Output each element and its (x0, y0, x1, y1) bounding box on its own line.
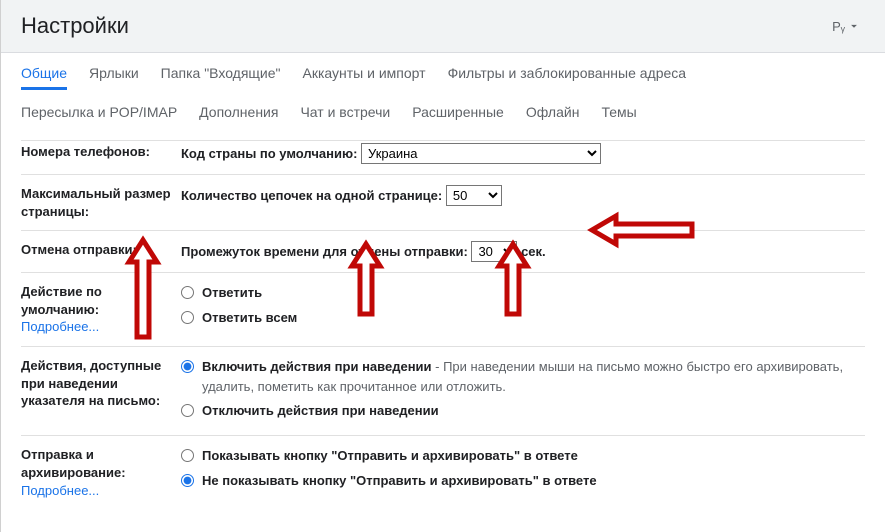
row-label-default-action: Действие по умолчанию: (21, 284, 102, 317)
tab-accounts[interactable]: Аккаунты и импорт (303, 65, 426, 87)
row-page-size: Максимальный размер страницы: Количество… (21, 175, 865, 231)
tab-addons[interactable]: Дополнения (199, 104, 278, 126)
link-default-action-more[interactable]: Подробнее... (21, 319, 99, 334)
tab-row-2: Пересылка и POP/IMAP Дополнения Чат и вс… (21, 104, 865, 126)
tab-offline[interactable]: Офлайн (526, 104, 580, 126)
row-undo-send: Отмена отправки: Промежуток времени для … (21, 231, 865, 273)
radio-hover-off-input[interactable] (181, 404, 194, 417)
radio-show-send-archive[interactable]: Показывать кнопку "Отправить и архивиров… (181, 446, 865, 466)
radio-hover-on[interactable]: Включить действия при наведении - При на… (181, 357, 865, 397)
phones-field-label: Код страны по умолчанию: (181, 146, 357, 161)
undo-unit: сек. (521, 244, 546, 259)
row-phone-numbers: Номера телефонов: Код страны по умолчани… (21, 141, 865, 175)
row-label-phones: Номера телефонов: (21, 143, 181, 164)
tab-themes[interactable]: Темы (601, 104, 636, 126)
undo-field-label: Промежуток времени для отмены отправки: (181, 244, 468, 259)
tab-row-1: Общие Ярлыки Папка "Входящие" Аккаунты и… (21, 65, 865, 90)
tab-filters[interactable]: Фильтры и заблокированные адреса (448, 65, 687, 87)
select-page-size[interactable]: 50 (446, 185, 502, 206)
tab-labels[interactable]: Ярлыки (89, 65, 139, 87)
select-undo-period[interactable]: 30 (471, 241, 517, 262)
radio-reply[interactable]: Ответить (181, 283, 865, 303)
pagesize-field-label: Количество цепочек на одной странице: (181, 188, 442, 203)
row-hover-actions: Действия, доступные при наведении указат… (21, 347, 865, 436)
settings-list: Номера телефонов: Код страны по умолчани… (21, 140, 865, 509)
row-label-send-archive: Отправка и архивирование: (21, 447, 126, 480)
chevron-down-icon (847, 19, 861, 33)
language-label: Рᵧ (832, 19, 845, 34)
radio-reply-all[interactable]: Ответить всем (181, 308, 865, 328)
tab-inbox[interactable]: Папка "Входящие" (161, 65, 281, 87)
radio-hover-off-label: Отключить действия при наведении (202, 401, 439, 421)
tab-chat[interactable]: Чат и встречи (300, 104, 390, 126)
radio-hide-send-archive-label: Не показывать кнопку "Отправить и архиви… (202, 471, 597, 491)
tab-advanced[interactable]: Расширенные (412, 104, 504, 126)
radio-hover-on-label: Включить действия при наведении (202, 359, 432, 374)
settings-tabs: Общие Ярлыки Папка "Входящие" Аккаунты и… (1, 53, 885, 126)
radio-hide-send-archive-input[interactable] (181, 474, 194, 487)
radio-reply-label: Ответить (202, 283, 262, 303)
select-default-country[interactable]: Украина (361, 143, 601, 164)
page-title: Настройки (21, 13, 129, 39)
link-send-archive-more[interactable]: Подробнее... (21, 483, 99, 498)
radio-hide-send-archive[interactable]: Не показывать кнопку "Отправить и архиви… (181, 471, 865, 491)
radio-show-send-archive-label: Показывать кнопку "Отправить и архивиров… (202, 446, 578, 466)
settings-header: Настройки Рᵧ (1, 0, 885, 53)
row-label-hover: Действия, доступные при наведении указат… (21, 357, 181, 425)
row-label-pagesize: Максимальный размер страницы: (21, 185, 181, 220)
radio-show-send-archive-input[interactable] (181, 449, 194, 462)
radio-reply-all-input[interactable] (181, 311, 194, 324)
tab-forwarding[interactable]: Пересылка и POP/IMAP (21, 104, 177, 126)
radio-reply-all-label: Ответить всем (202, 308, 297, 328)
radio-hover-off[interactable]: Отключить действия при наведении (181, 401, 865, 421)
radio-hover-on-input[interactable] (181, 360, 194, 373)
radio-reply-input[interactable] (181, 286, 194, 299)
row-default-action: Действие по умолчанию: Подробнее... Отве… (21, 273, 865, 347)
row-send-archive: Отправка и архивирование: Подробнее... П… (21, 436, 865, 509)
tab-general[interactable]: Общие (21, 65, 67, 90)
row-label-undo: Отмена отправки: (21, 241, 181, 262)
language-switcher[interactable]: Рᵧ (828, 15, 865, 38)
